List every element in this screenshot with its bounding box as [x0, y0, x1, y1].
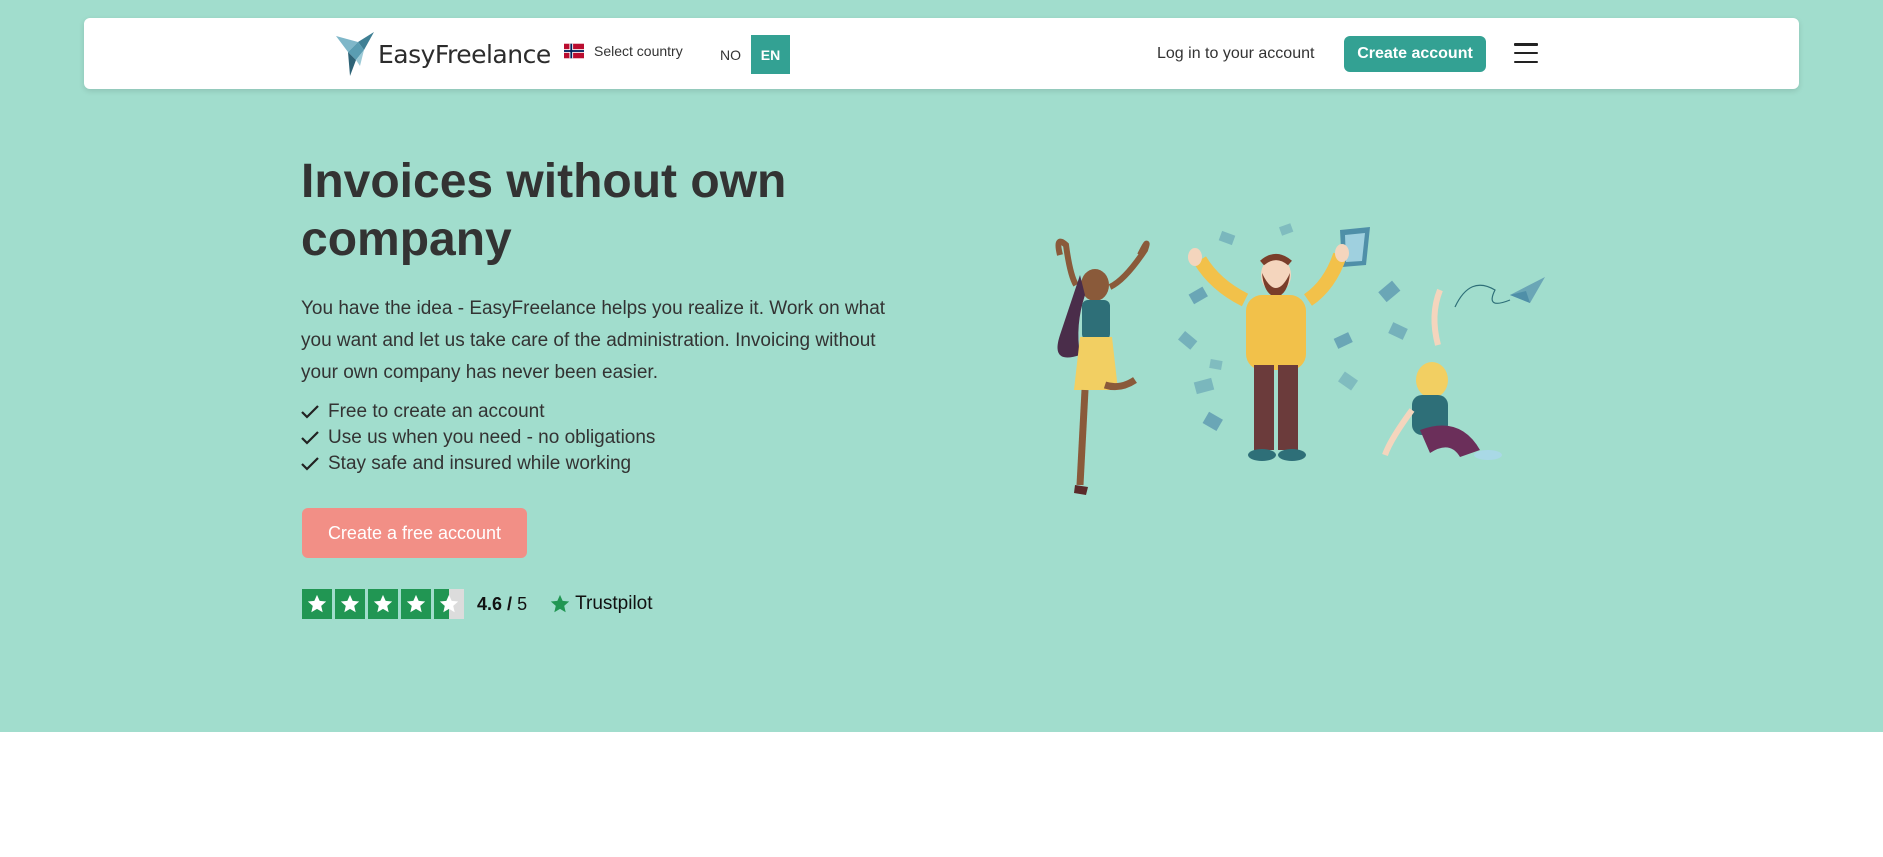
rating-score: 4.6 / 5 — [477, 593, 528, 614]
rating-stars — [302, 589, 467, 619]
list-item: Free to create an account — [301, 399, 655, 425]
login-link[interactable]: Log in to your account — [1157, 45, 1314, 63]
trustpilot-link[interactable]: Trustpilot — [549, 593, 653, 615]
celebrating-people-illustration — [1055, 223, 1545, 495]
language-en-button[interactable]: EN — [751, 35, 790, 74]
checkmark-icon — [301, 457, 319, 471]
country-selector-label: Select country — [594, 43, 683, 59]
hero-description: You have the idea - EasyFreelance helps … — [301, 298, 886, 383]
star-icon — [368, 589, 398, 619]
checkmark-icon — [301, 405, 319, 419]
create-account-button[interactable]: Create account — [1344, 36, 1486, 72]
trustpilot-star-icon — [550, 594, 570, 613]
star-icon — [302, 589, 332, 619]
benefit-list: Free to create an account Use us when yo… — [301, 399, 655, 477]
logo[interactable]: EasyFreelance — [334, 30, 551, 78]
norway-flag-icon — [564, 43, 584, 59]
trustpilot-label: Trustpilot — [575, 593, 653, 614]
country-selector[interactable]: Select country — [564, 43, 683, 59]
benefit-text: Stay safe and insured while working — [328, 453, 632, 474]
create-free-account-button[interactable]: Create a free account — [302, 508, 527, 558]
list-item: Use us when you need - no obligations — [301, 425, 655, 451]
origami-bird-icon — [336, 32, 374, 76]
logo-text: EasyFreelance — [378, 39, 551, 69]
star-icon — [335, 589, 365, 619]
benefit-text: Free to create an account — [328, 401, 545, 422]
site-header: EasyFreelance Select country NO EN Log i… — [84, 18, 1799, 89]
benefit-text: Use us when you need - no obligations — [328, 427, 656, 448]
hero-section — [0, 0, 1883, 732]
page-title: Invoices without own company — [301, 155, 787, 266]
half-star-icon — [434, 589, 464, 619]
star-icon — [401, 589, 431, 619]
hamburger-menu-icon[interactable] — [1512, 40, 1540, 66]
checkmark-icon — [301, 431, 319, 445]
language-no-button[interactable]: NO — [711, 35, 750, 74]
list-item: Stay safe and insured while working — [301, 451, 655, 477]
trustpilot-rating: 4.6 / 5 Trustpilot — [302, 589, 653, 619]
